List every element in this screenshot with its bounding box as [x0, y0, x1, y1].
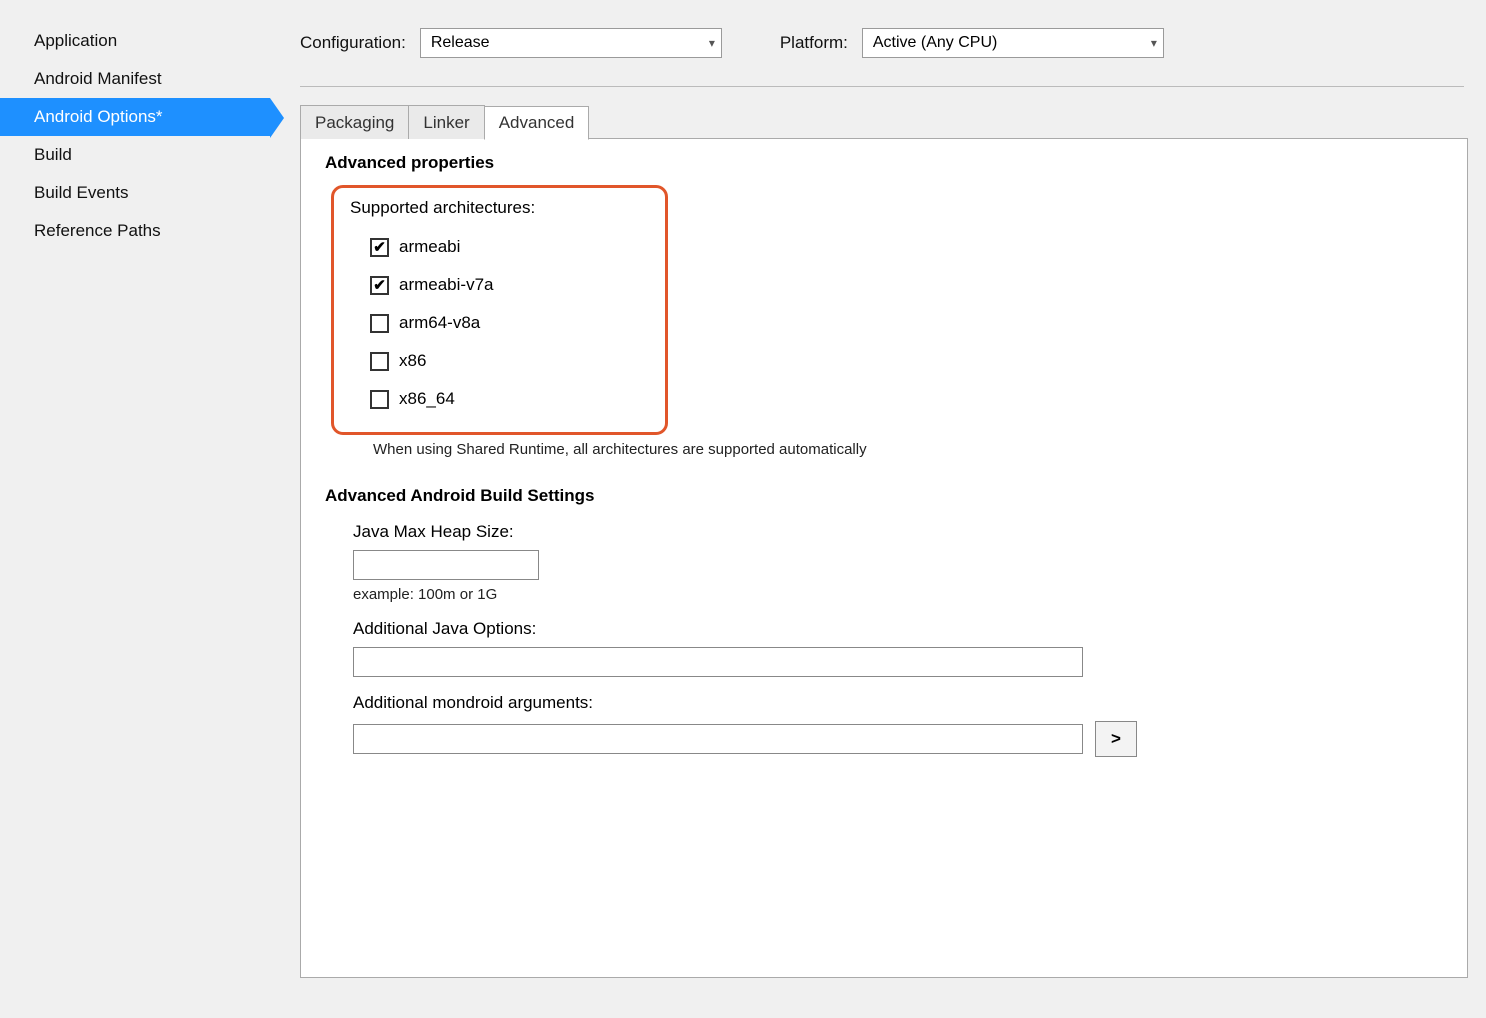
main-panel: Configuration: Release ▾ Platform: Activ… — [270, 18, 1468, 978]
tab-packaging[interactable]: Packaging — [300, 105, 409, 139]
mondroid-block: Additional mondroid arguments: > — [353, 693, 1443, 757]
architecture-list: armeabi armeabi-v7a arm64-v8a x86 — [350, 228, 535, 418]
supported-architectures-label: Supported architectures: — [350, 198, 535, 218]
tab-linker[interactable]: Linker — [408, 105, 484, 139]
arch-item-x86-64: x86_64 — [370, 380, 535, 418]
advanced-build-settings: Advanced Android Build Settings Java Max… — [325, 486, 1443, 757]
sidebar-item-android-options[interactable]: Android Options* — [0, 98, 270, 136]
java-heap-example: example: 100m or 1G — [353, 586, 1443, 603]
mondroid-row: > — [353, 721, 1443, 757]
sidebar-item-build-events[interactable]: Build Events — [0, 174, 270, 212]
arch-item-armeabi: armeabi — [370, 228, 535, 266]
configuration-label: Configuration: — [300, 33, 406, 53]
platform-select[interactable]: Active (Any CPU) ▾ — [862, 28, 1164, 58]
checkbox-armeabi[interactable] — [370, 238, 389, 257]
arch-label: armeabi-v7a — [399, 275, 494, 295]
configuration-select[interactable]: Release ▾ — [420, 28, 722, 58]
sidebar-item-reference-paths[interactable]: Reference Paths — [0, 212, 270, 250]
checkbox-x86-64[interactable] — [370, 390, 389, 409]
mondroid-label: Additional mondroid arguments: — [353, 693, 1443, 713]
arch-label: x86 — [399, 351, 426, 371]
advanced-build-settings-title: Advanced Android Build Settings — [325, 486, 1443, 506]
arch-item-arm64-v8a: arm64-v8a — [370, 304, 535, 342]
tab-advanced[interactable]: Advanced — [484, 106, 590, 140]
java-heap-label: Java Max Heap Size: — [353, 522, 1443, 542]
java-options-input[interactable] — [353, 647, 1083, 677]
supported-architectures-highlight: Supported architectures: armeabi armeabi… — [331, 185, 668, 435]
java-heap-input[interactable] — [353, 550, 539, 580]
arch-item-x86: x86 — [370, 342, 535, 380]
checkbox-x86[interactable] — [370, 352, 389, 371]
configuration-value: Release — [431, 34, 490, 52]
advanced-properties-title: Advanced properties — [325, 153, 1443, 173]
mondroid-input[interactable] — [353, 724, 1083, 754]
tabs: Packaging Linker Advanced — [300, 105, 1468, 139]
topbar: Configuration: Release ▾ Platform: Activ… — [300, 28, 1464, 87]
chevron-down-icon: ▾ — [709, 36, 715, 50]
arch-label: arm64-v8a — [399, 313, 480, 333]
java-options-block: Additional Java Options: — [353, 619, 1443, 677]
sidebar-item-android-manifest[interactable]: Android Manifest — [0, 60, 270, 98]
chevron-down-icon: ▾ — [1151, 36, 1157, 50]
arch-label: armeabi — [399, 237, 460, 257]
arch-hint: When using Shared Runtime, all architect… — [373, 441, 1443, 458]
arch-item-armeabi-v7a: armeabi-v7a — [370, 266, 535, 304]
checkbox-armeabi-v7a[interactable] — [370, 276, 389, 295]
sidebar: Application Android Manifest Android Opt… — [0, 18, 270, 978]
arch-label: x86_64 — [399, 389, 455, 409]
sidebar-item-build[interactable]: Build — [0, 136, 270, 174]
platform-value: Active (Any CPU) — [873, 34, 997, 52]
mondroid-go-button[interactable]: > — [1095, 721, 1137, 757]
sidebar-item-application[interactable]: Application — [0, 22, 270, 60]
platform-label: Platform: — [780, 33, 848, 53]
java-heap-block: Java Max Heap Size: example: 100m or 1G — [353, 522, 1443, 603]
tabs-wrap: Packaging Linker Advanced Advanced prope… — [300, 105, 1468, 978]
tab-panel-advanced: Advanced properties Supported architectu… — [300, 138, 1468, 978]
java-options-label: Additional Java Options: — [353, 619, 1443, 639]
checkbox-arm64-v8a[interactable] — [370, 314, 389, 333]
